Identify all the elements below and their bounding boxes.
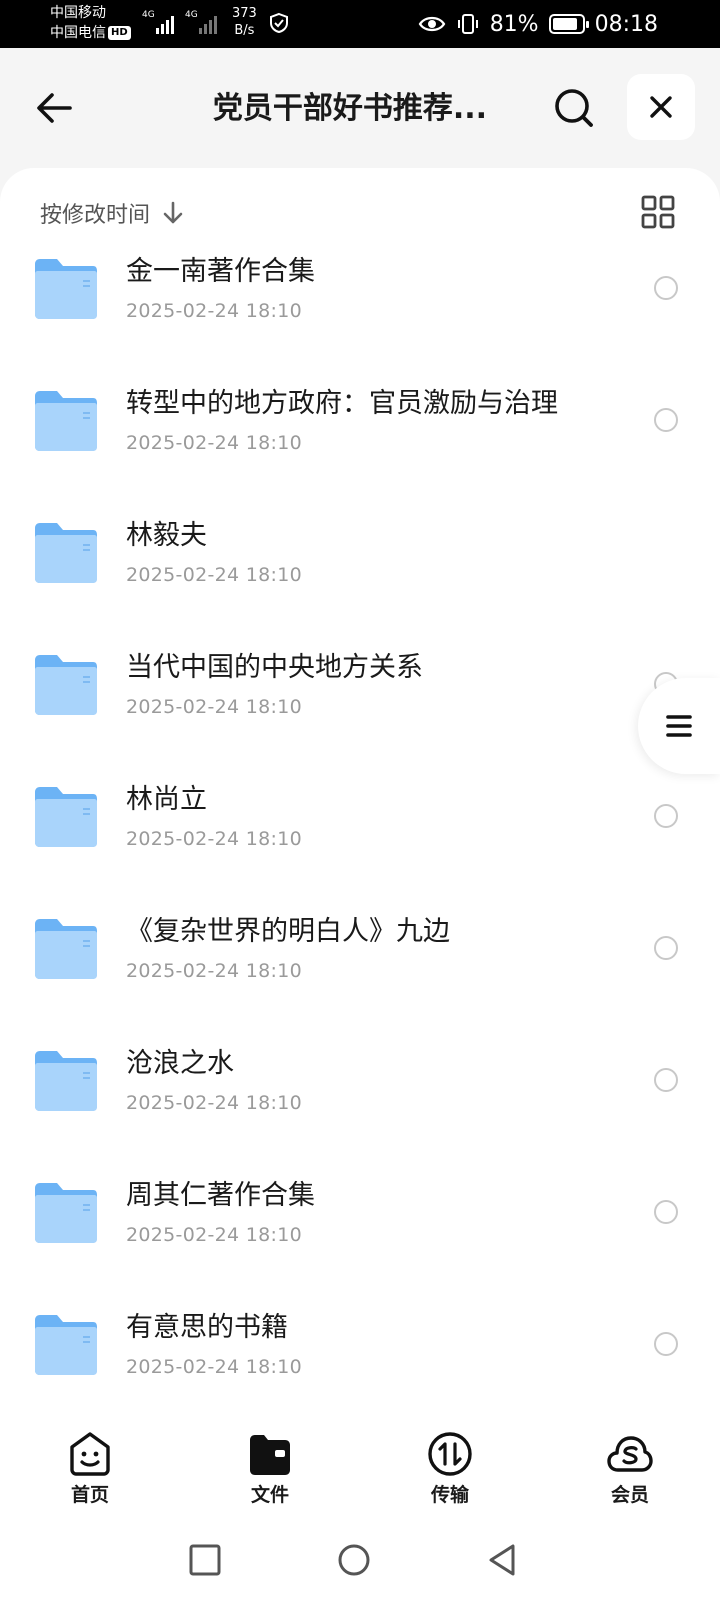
- menu-lines-icon: [666, 715, 692, 737]
- file-list: 金一南著作合集 2025-02-24 18:10 转型中的地方政府：官员激励与治理 2…: [0, 222, 720, 1410]
- folder-icon: [35, 523, 97, 583]
- battery-percent: 81%: [489, 11, 539, 37]
- select-radio[interactable]: [654, 1200, 678, 1224]
- folder-row[interactable]: 林毅夫 2025-02-24 18:10: [0, 486, 720, 618]
- select-radio[interactable]: [654, 408, 678, 432]
- folder-date: 2025-02-24 18:10: [126, 1092, 303, 1114]
- folder-icon: [35, 919, 97, 979]
- folder-icon: [35, 1315, 97, 1375]
- folder-name: 有意思的书籍: [126, 1312, 288, 1343]
- folder-icon: [35, 655, 97, 715]
- vpn-shield-icon: [270, 12, 288, 34]
- bottom-nav: 首页 文件 传输 会员: [0, 1420, 720, 1520]
- vip-cloud-icon: [607, 1436, 653, 1472]
- battery-icon: [548, 14, 589, 34]
- hd-badge: HD: [108, 26, 131, 40]
- folder-icon: [35, 1183, 97, 1243]
- back-button[interactable]: [28, 82, 80, 134]
- nav-vip[interactable]: 会员: [540, 1420, 720, 1520]
- folder-row[interactable]: 金一南著作合集 2025-02-24 18:10: [0, 222, 720, 354]
- folder-name: 《复杂世界的明白人》九边: [126, 916, 450, 947]
- close-icon: [650, 96, 672, 118]
- folder-name: 金一南著作合集: [126, 256, 315, 287]
- select-radio[interactable]: [654, 1068, 678, 1092]
- close-button[interactable]: [627, 74, 695, 140]
- folder-name: 林尚立: [126, 784, 207, 815]
- folder-icon: [35, 787, 97, 847]
- folder-icon: [35, 1051, 97, 1111]
- folder-row[interactable]: 周其仁著作合集 2025-02-24 18:10: [0, 1146, 720, 1278]
- net-speed: 373 B/s: [232, 6, 257, 38]
- folder-name: 沧浪之水: [126, 1048, 234, 1079]
- folder-date: 2025-02-24 18:10: [126, 1356, 303, 1378]
- signal-1-icon: 4G: [142, 10, 174, 34]
- folder-name: 当代中国的中央地方关系: [126, 652, 423, 683]
- folder-row[interactable]: 有意思的书籍 2025-02-24 18:10: [0, 1278, 720, 1410]
- nav-transfer[interactable]: 传输: [360, 1420, 540, 1520]
- folder-date: 2025-02-24 18:10: [126, 1224, 303, 1246]
- folder-icon: [35, 391, 97, 451]
- folder-date: 2025-02-24 18:10: [126, 828, 303, 850]
- nav-label: 会员: [610, 1484, 649, 1506]
- select-radio[interactable]: [654, 276, 678, 300]
- search-icon: [555, 89, 593, 127]
- folder-date: 2025-02-24 18:10: [126, 696, 303, 718]
- folder-name: 林毅夫: [126, 520, 207, 551]
- folder-row[interactable]: 沧浪之水 2025-02-24 18:10: [0, 1014, 720, 1146]
- page-title: 党员干部好书推荐...: [212, 91, 488, 126]
- select-radio[interactable]: [654, 804, 678, 828]
- arrow-left-icon: [37, 93, 72, 123]
- folder-date: 2025-02-24 18:10: [126, 564, 303, 586]
- vibrate-icon: [457, 14, 478, 34]
- status-bar: 中国移动 中国电信 HD 4G 4G 373 B/s 81% 08:18: [0, 0, 720, 48]
- folder-name: 转型中的地方政府：官员激励与治理: [126, 388, 558, 419]
- home-smile-icon: [70, 1432, 110, 1476]
- file-list-sheet: 按修改时间 金一南著作合集 2025-02-24 18:10 转型中的地方政府：官员…: [0, 168, 720, 1420]
- nav-files[interactable]: 文件: [180, 1420, 360, 1520]
- select-radio[interactable]: [654, 1332, 678, 1356]
- folder-name: 周其仁著作合集: [126, 1180, 315, 1211]
- top-bar: 党员干部好书推荐...: [0, 48, 720, 168]
- select-radio[interactable]: [654, 936, 678, 960]
- transfer-icon: [428, 1432, 472, 1476]
- clock: 08:18: [594, 11, 658, 37]
- nav-label: 传输: [430, 1484, 469, 1506]
- carrier-1: 中国移动: [50, 5, 106, 21]
- folder-row[interactable]: 《复杂世界的明白人》九边 2025-02-24 18:10: [0, 882, 720, 1014]
- signal-2-icon: 4G: [185, 10, 217, 34]
- eye-comfort-icon: [418, 16, 445, 32]
- carrier-2-row: 中国电信 HD: [50, 23, 131, 43]
- system-nav-bar: [0, 1520, 720, 1600]
- nav-label: 文件: [250, 1484, 289, 1506]
- status-right: 81% 08:18: [418, 0, 658, 48]
- folder-row[interactable]: 转型中的地方政府：官员激励与治理 2025-02-24 18:10: [0, 354, 720, 486]
- home-circle-icon[interactable]: [334, 1540, 374, 1580]
- folder-icon: [35, 259, 97, 319]
- carrier-info: 中国移动 中国电信 HD: [50, 3, 131, 43]
- nav-label: 首页: [70, 1484, 109, 1506]
- back-triangle-icon[interactable]: [483, 1540, 523, 1580]
- folder-date: 2025-02-24 18:10: [126, 960, 303, 982]
- folder-date: 2025-02-24 18:10: [126, 300, 303, 322]
- nav-home[interactable]: 首页: [0, 1420, 180, 1520]
- recent-apps-icon[interactable]: [185, 1540, 225, 1580]
- files-folder-icon: [250, 1435, 290, 1475]
- search-button[interactable]: [548, 82, 600, 134]
- folder-row[interactable]: 当代中国的中央地方关系 2025-02-24 18:10: [0, 618, 720, 750]
- folder-row[interactable]: 林尚立 2025-02-24 18:10: [0, 750, 720, 882]
- folder-date: 2025-02-24 18:10: [126, 432, 303, 454]
- carrier-2: 中国电信: [50, 25, 106, 41]
